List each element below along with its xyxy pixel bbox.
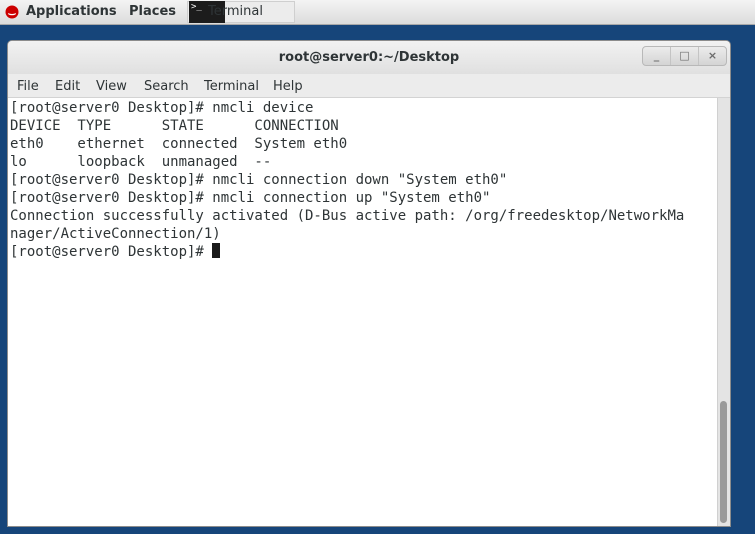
- vertical-scrollbar[interactable]: [717, 98, 730, 526]
- terminal-line: [root@server0 Desktop]# nmcli device: [10, 100, 314, 116]
- applications-menu[interactable]: Applications: [26, 0, 117, 24]
- terminal-prompt: [root@server0 Desktop]#: [10, 244, 213, 260]
- scrollbar-thumb[interactable]: [720, 401, 727, 523]
- menu-file[interactable]: File: [17, 74, 39, 98]
- terminal-line: DEVICE TYPE STATE CONNECTION: [10, 118, 339, 134]
- taskbar-terminal-label[interactable]: Terminal: [208, 0, 263, 24]
- window-titlebar[interactable]: root@server0:~/Desktop _ □ ×: [8, 41, 730, 74]
- terminal-line: Connection successfully activated (D-Bus…: [10, 208, 685, 224]
- menu-edit[interactable]: Edit: [55, 74, 80, 98]
- places-menu[interactable]: Places: [129, 0, 176, 24]
- window-title: root@server0:~/Desktop: [278, 50, 460, 65]
- terminal-line: lo loopback unmanaged --: [10, 154, 272, 170]
- window-controls: _ □ ×: [642, 46, 727, 66]
- menu-search[interactable]: Search: [144, 74, 189, 98]
- terminal-prompt-line[interactable]: [root@server0 Desktop]#: [10, 243, 221, 261]
- terminal-output[interactable]: [root@server0 Desktop]# nmcli device DEV…: [8, 98, 717, 526]
- maximize-button[interactable]: □: [670, 47, 698, 65]
- menu-terminal[interactable]: Terminal: [204, 74, 259, 98]
- close-button[interactable]: ×: [698, 47, 726, 65]
- minimize-button[interactable]: _: [643, 47, 670, 65]
- top-panel: Applications Places >_ Terminal: [0, 0, 755, 25]
- menu-help[interactable]: Help: [273, 74, 303, 98]
- menu-view[interactable]: View: [96, 74, 127, 98]
- terminal-line: [root@server0 Desktop]# nmcli connection…: [10, 172, 508, 188]
- redhat-icon: [5, 5, 19, 19]
- menubar: File Edit View Search Terminal Help: [8, 74, 730, 98]
- terminal-line: [root@server0 Desktop]# nmcli connection…: [10, 190, 491, 206]
- terminal-line: nager/ActiveConnection/1): [10, 226, 221, 242]
- terminal-window: root@server0:~/Desktop _ □ × File Edit V…: [7, 40, 731, 527]
- terminal-line: eth0 ethernet connected System eth0: [10, 136, 348, 152]
- terminal-cursor: [212, 243, 221, 258]
